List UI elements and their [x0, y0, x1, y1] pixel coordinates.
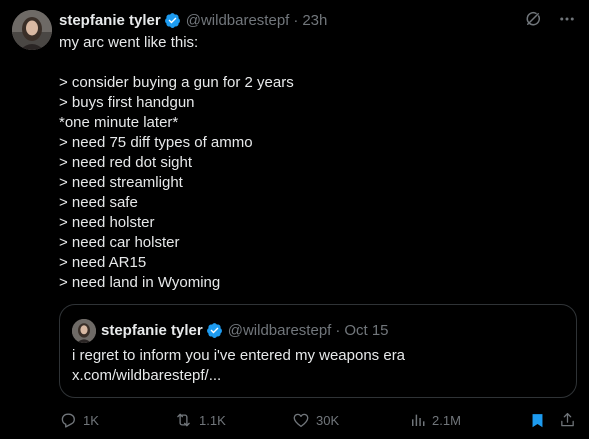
- repost-count: 1.1K: [199, 412, 226, 428]
- grok-icon[interactable]: [523, 9, 543, 29]
- tweet-text: my arc went like this: > consider buying…: [59, 33, 574, 293]
- action-bar: 1K 1.1K 30K 2.1M: [59, 409, 581, 431]
- tweet-line: > need red dot sight: [59, 154, 193, 171]
- tweet-line: > need holster: [59, 214, 155, 231]
- tweet-line: > need streamlight: [59, 174, 183, 191]
- avatar[interactable]: [12, 10, 52, 50]
- quoted-header: stepfanie tyler @wildbarestepf · Oct 15: [101, 319, 389, 341]
- tweet-line: > need car holster: [59, 234, 180, 251]
- repost-icon: [174, 411, 193, 429]
- quoted-author-name: stepfanie tyler: [101, 321, 203, 339]
- views-icon: [410, 411, 426, 429]
- quoted-author-handle: @wildbarestepf: [227, 321, 332, 339]
- tweet-header: stepfanie tyler @wildbarestepf · 23h: [59, 9, 327, 31]
- share-icon: [559, 411, 576, 429]
- bookmark-icon: [529, 411, 546, 430]
- quoted-tweet[interactable]: stepfanie tyler @wildbarestepf · Oct 15 …: [59, 304, 577, 398]
- verified-badge-icon: [206, 322, 223, 339]
- author-name[interactable]: stepfanie tyler: [59, 12, 161, 29]
- reply-button[interactable]: 1K: [59, 409, 99, 431]
- tweet-line: > consider buying a gun for 2 years: [59, 74, 294, 91]
- quoted-text: i regret to inform you i've entered my w…: [72, 346, 562, 386]
- share-button[interactable]: [559, 409, 576, 431]
- like-count: 30K: [316, 412, 340, 428]
- tweet-line: > need 75 diff types of ammo: [59, 134, 253, 151]
- timestamp[interactable]: 23h: [302, 12, 327, 29]
- repost-button[interactable]: 1.1K: [174, 409, 226, 431]
- tweet-line: *one minute later*: [59, 114, 179, 131]
- tweet-line: > need safe: [59, 194, 138, 211]
- views-count: 2.1M: [432, 412, 461, 428]
- more-icon[interactable]: [557, 9, 577, 29]
- tweet-line: my arc went like this:: [59, 34, 199, 51]
- tweet-line: > need land in Wyoming: [59, 274, 221, 291]
- verified-badge-icon: [164, 12, 181, 29]
- top-actions: [523, 9, 577, 29]
- separator-dot: ·: [335, 321, 341, 339]
- like-button[interactable]: 30K: [292, 409, 339, 431]
- quoted-date: Oct 15: [344, 321, 389, 339]
- reply-count: 1K: [83, 412, 99, 428]
- tweet-line: > need AR15: [59, 254, 147, 271]
- tweet-line: > buys first handgun: [59, 94, 195, 111]
- tweet: stepfanie tyler @wildbarestepf · 23h my …: [0, 0, 589, 439]
- quoted-avatar: [72, 319, 96, 343]
- author-handle[interactable]: @wildbarestepf: [186, 12, 290, 29]
- tweet-line: [59, 53, 574, 73]
- reply-icon: [59, 411, 77, 429]
- quoted-link[interactable]: x.com/wildbarestepf/...: [72, 366, 562, 386]
- views-button[interactable]: 2.1M: [410, 409, 461, 431]
- quoted-text-line: i regret to inform you i've entered my w…: [72, 347, 406, 364]
- separator-dot: ·: [293, 11, 299, 29]
- bookmark-button[interactable]: [529, 409, 546, 431]
- like-icon: [292, 411, 310, 429]
